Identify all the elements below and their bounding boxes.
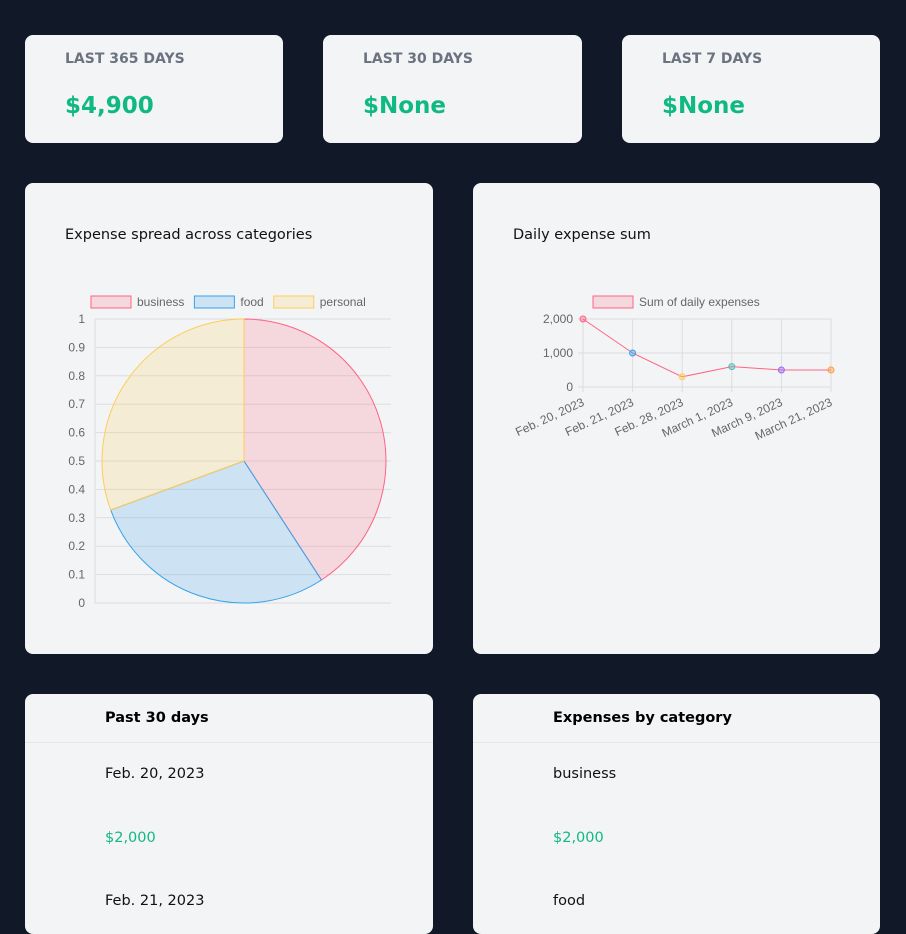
y-tick-label: 0.7 [68,397,85,411]
y-tick-label: 2,000 [543,312,573,326]
y-tick-label: 0.6 [68,426,85,440]
legend-swatch [90,295,132,309]
stat-value: $None [662,93,746,119]
data-point [678,373,686,381]
y-tick-label: 0.2 [68,539,85,553]
y-tick-label: 0.4 [68,482,85,496]
table-header-label: Expenses by category [553,710,732,726]
expenses-by-category-table: Expenses by category business $2,000 foo… [473,694,880,934]
legend-label: personal [320,295,366,309]
legend-label: food [240,295,263,309]
data-point [777,366,785,374]
y-tick-label: 0.3 [68,511,85,525]
table-header-label: Past 30 days [105,710,209,726]
stat-value: $None [363,93,447,119]
line-chart-card: Daily expense sum 0 1,000 2,000 Feb. 20, 20… [473,183,880,654]
legend-swatch [592,295,634,309]
stat-label: LAST 365 DAYS [65,51,185,67]
data-point [728,363,736,371]
line-chart: 01,0002,000Feb. 20, 2023Feb. 21, 2023Feb… [513,295,835,443]
legend-label: business [137,295,184,309]
y-tick-label: 0 [78,596,85,610]
y-tick-label: 0.1 [68,568,85,582]
data-point [827,366,835,374]
y-tick-label: 1 [78,312,85,326]
pie-chart: 0 0.1 0.2 0.3 0.4 0.5 0.6 0.7 0.8 0.9 1 business foo… [68,295,391,610]
table-row: Feb. 21, 2023 [105,893,205,909]
y-tick-label: 0 [566,380,573,394]
table-header: Expenses by category [473,694,880,743]
stat-label: LAST 30 DAYS [363,51,473,67]
table-header: Past 30 days [25,694,433,743]
data-point [629,349,637,357]
series-line [582,318,831,378]
table-row: food [553,893,586,909]
past-30-days-table: Past 30 days Feb. 20, 2023 $2,000 Feb. 2… [25,694,433,934]
table-row: $2,000 [105,830,156,846]
table-row: Feb. 20, 2023 [105,766,205,782]
stat-label: LAST 7 DAYS [662,51,763,67]
legend-label: Sum of daily expenses [639,295,760,309]
table-row: business [553,766,617,782]
data-point [579,315,587,323]
legend-swatch [273,295,315,309]
pie-chart-card: Expense spread across categories 0 0.1 0.2… [25,183,433,654]
stat-value: $4,900 [65,93,154,119]
stat-card-365: LAST 365 DAYS $4,900 [25,35,283,143]
y-tick-label: 1,000 [543,346,573,360]
stat-card-30: LAST 30 DAYS $None [323,35,582,143]
table-row: $2,000 [553,830,604,846]
y-tick-label: 0.5 [68,454,85,468]
y-tick-label: 0.8 [68,369,85,383]
stat-card-7: LAST 7 DAYS $None [622,35,880,143]
y-tick-label: 0.9 [68,340,85,354]
legend-swatch [193,295,235,309]
